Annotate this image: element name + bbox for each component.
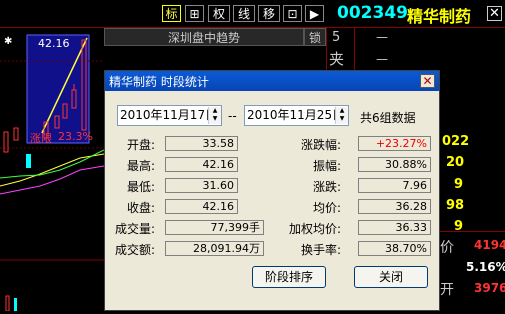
amount-label: 成交额: — [115, 243, 156, 257]
change-pct-field: +23.27% — [358, 136, 431, 151]
period-sort-button[interactable]: 阶段排序 — [252, 266, 326, 288]
amplitude-label: 振幅: — [313, 159, 342, 173]
change-label: 涨跌: — [313, 180, 342, 194]
candle — [3, 131, 9, 153]
high-field: 42.16 — [165, 157, 238, 172]
candle — [26, 154, 31, 168]
open-value: 3976 — [474, 281, 505, 295]
dialog-titlebar[interactable]: 精华制药 时段统计 ✕ — [105, 71, 439, 91]
amount-field: 28,091.94万 — [165, 241, 264, 256]
close-icon[interactable]: ✕ — [487, 6, 502, 21]
weighted-avg-label: 加权均价: — [289, 222, 342, 236]
side-value: 20 — [446, 155, 465, 170]
turnover-label: 换手率: — [301, 243, 342, 257]
volume-bar — [5, 295, 10, 312]
dialog-title: 精华制药 时段统计 — [109, 75, 209, 89]
close-field: 42.16 — [165, 199, 238, 214]
start-date-spinner[interactable]: ▲ ▼ — [208, 107, 221, 124]
change-value: 5.16% — [466, 260, 505, 274]
low-label: 最低: — [127, 180, 156, 194]
low-field: 31.60 — [165, 178, 238, 193]
trend-strip[interactable]: 深圳盘中趋势 — [104, 28, 304, 46]
dialog-close-icon[interactable]: ✕ — [420, 74, 435, 88]
close-button[interactable]: 关闭 — [354, 266, 428, 288]
period-stats-dialog: 精华制药 时段统计 ✕ 2010年11月17日 ▲ ▼ -- 2010年11月25… — [104, 70, 440, 311]
kline-chart[interactable]: ✱ 42.16 涨限 23.3% — [0, 28, 105, 312]
start-date-picker[interactable]: 2010年11月17日 ▲ ▼ — [117, 105, 222, 126]
ma-line — [0, 165, 105, 195]
selection-range — [26, 34, 90, 144]
stock-code: 002349 — [337, 3, 408, 23]
start-date-value: 2010年11月17日 — [120, 108, 218, 122]
side-value: 98 — [446, 198, 465, 213]
change-field: 7.96 — [358, 178, 431, 193]
limit-label: 涨限 — [30, 132, 52, 145]
level-value: — — [376, 30, 388, 44]
weighted-avg-field: 36.33 — [358, 220, 431, 235]
price-value: 4194 — [474, 238, 505, 252]
sell-label: 夹 — [329, 50, 345, 68]
pct-label: 23.3% — [58, 130, 93, 143]
top-toolbar: 标 ⊞ 权 线 移 ⊡ ▶ 002349 精华制药 ✕ — [0, 0, 505, 28]
level-label: 5 — [332, 30, 341, 45]
line-button[interactable]: 线 — [233, 5, 255, 22]
date-separator: -- — [228, 109, 237, 123]
price-label: 价 — [440, 240, 454, 256]
open-label: 开 — [440, 282, 454, 298]
volume-bar — [14, 298, 17, 311]
move-button[interactable]: 移 — [258, 5, 280, 22]
ma-line — [0, 149, 105, 179]
mark-button[interactable]: 标 — [162, 5, 181, 22]
end-date-picker[interactable]: 2010年11月25日 ▲ ▼ — [244, 105, 349, 126]
kline-chart-svg — [0, 34, 105, 312]
play-button[interactable]: ▶ — [305, 5, 324, 22]
grid-button[interactable]: ⊞ — [185, 5, 204, 22]
price-label: 42.16 — [38, 37, 70, 50]
lock-button[interactable]: 锁 — [304, 28, 326, 46]
change-pct-label: 涨跌幅: — [301, 138, 342, 152]
avg-price-field: 36.28 — [358, 199, 431, 214]
side-value: 022 — [442, 134, 470, 149]
close-label: 收盘: — [127, 201, 156, 215]
data-count: 共6组数据 — [360, 111, 416, 125]
rights-button[interactable]: 权 — [208, 5, 230, 22]
turnover-field: 38.70% — [358, 241, 431, 256]
end-date-value: 2010年11月25日 — [247, 108, 345, 122]
stock-name: 精华制药 — [407, 7, 472, 26]
amplitude-field: 30.88% — [358, 157, 431, 172]
side-value: 9 — [454, 177, 464, 192]
candle — [13, 127, 19, 141]
level-value: — — [376, 52, 388, 66]
open-field: 33.58 — [165, 136, 238, 151]
high-label: 最高: — [127, 159, 156, 173]
volume-label: 成交量: — [115, 222, 156, 236]
window-button[interactable]: ⊡ — [283, 5, 302, 22]
ma-line — [0, 153, 105, 187]
end-date-spinner[interactable]: ▲ ▼ — [335, 107, 348, 124]
star-icon: ✱ — [4, 36, 13, 47]
open-label: 开盘: — [127, 138, 156, 152]
volume-field: 77,399手 — [165, 220, 264, 235]
avg-price-label: 均价: — [313, 201, 342, 215]
